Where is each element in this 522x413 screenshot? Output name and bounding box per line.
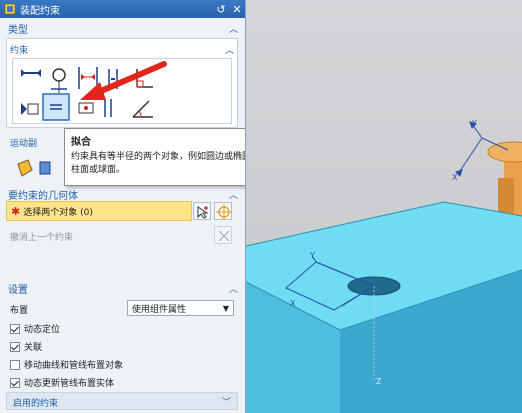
tooltip-body: 约束具有等半径的两个对象，例如圆边或椭圆边，或者圆柱面或球面。	[71, 152, 245, 175]
enabled-constraints-header[interactable]: 启用的约束 ﹀	[6, 392, 238, 410]
block-part[interactable]	[246, 201, 522, 413]
constraint-app-icon	[4, 3, 16, 15]
type-section-label: 类型	[8, 24, 28, 36]
dialog-title: 装配约束	[20, 5, 60, 17]
settings-section-label: 设置	[8, 284, 28, 296]
checkbox[interactable]	[10, 341, 20, 352]
required-star-icon: ✱	[11, 204, 21, 218]
fit-tooltip: 拟合 约束具有等半径的两个对象，例如圆边或椭圆边，或者圆柱面或球面。	[64, 128, 245, 186]
option-dynamic-positioning[interactable]: 动态定位	[10, 322, 60, 335]
axis-label-x: X	[452, 173, 458, 182]
close-icon[interactable]: ✕	[230, 2, 244, 16]
motion-icons	[12, 152, 62, 188]
constraint-subsection-header[interactable]: 约束 ︿	[10, 42, 236, 57]
snap-point-button[interactable]	[214, 202, 232, 220]
gear-icon[interactable]	[39, 161, 51, 175]
undo-constraint-button[interactable]	[214, 226, 232, 244]
select-object-button[interactable]	[193, 202, 211, 220]
chevron-down-icon[interactable]: ﹀	[222, 395, 231, 408]
select-objects-label: 选择两个对象 (0)	[23, 207, 93, 218]
layout-select[interactable]: 使用组件属性 ▼	[127, 300, 234, 316]
axis-label-z: Z	[376, 377, 382, 386]
settings-section-header[interactable]: 设置 ︿	[4, 280, 242, 296]
option-label: 移动曲线和管线布置对象	[24, 361, 124, 371]
dialog-titlebar: 装配约束 ↺ ✕	[0, 0, 245, 18]
constraint-subsection-label: 约束	[10, 45, 29, 56]
bond-icon[interactable]	[21, 103, 39, 115]
geometry-section-header[interactable]: 要约束的几何体 ︿	[4, 186, 242, 202]
chevron-down-icon: ▼	[222, 304, 229, 313]
axis-label-y: Y	[471, 119, 477, 128]
chevron-up-icon[interactable]: ︿	[229, 188, 238, 201]
layout-row: 布置	[10, 303, 28, 316]
clear-icon	[218, 230, 230, 242]
select-objects-row[interactable]: ✱ 选择两个对象 (0)	[6, 201, 192, 221]
motion-subsection-label: 运动副	[10, 138, 38, 149]
checkbox[interactable]	[10, 323, 20, 334]
chevron-up-icon[interactable]: ︿	[225, 43, 234, 56]
undo-constraint-label: 撤消上一个约束	[10, 233, 74, 243]
option-associative[interactable]: 关联	[10, 340, 42, 353]
chevron-up-icon[interactable]: ︿	[229, 22, 238, 35]
checkbox[interactable]	[10, 377, 20, 388]
undo-constraint-row[interactable]: 撤消上一个约束	[10, 230, 73, 243]
enabled-constraints-label: 启用的约束	[13, 399, 59, 409]
option-dynamic-update[interactable]: 动态更新管线布置实体	[10, 376, 114, 389]
chevron-up-icon[interactable]: ︿	[229, 282, 238, 295]
option-move-curves[interactable]: 移动曲线和管线布置对象	[10, 358, 123, 371]
tooltip-title: 拟合	[71, 137, 91, 148]
checkbox[interactable]	[10, 359, 20, 370]
layout-label: 布置	[10, 306, 29, 316]
option-label: 关联	[24, 343, 43, 353]
callout-arrow-icon	[80, 61, 167, 100]
option-label: 动态定位	[24, 325, 61, 335]
select-cursor-icon	[197, 206, 209, 219]
type-section-header[interactable]: 类型 ︿	[4, 20, 242, 36]
graphics-viewport[interactable]: Y X Y X Z	[246, 0, 522, 413]
option-label: 动态更新管线布置实体	[24, 379, 115, 389]
reset-icon[interactable]: ↺	[214, 2, 228, 16]
touch-align-icon[interactable]	[21, 69, 41, 77]
axis-label-x: X	[290, 299, 296, 308]
geometry-section-label: 要约束的几何体	[8, 190, 78, 202]
joint-icon[interactable]	[17, 159, 33, 177]
layout-select-value: 使用组件属性	[132, 304, 187, 315]
axis-label-y: Y	[309, 251, 315, 260]
assembly-constraints-dialog: 装配约束 ↺ ✕ 类型 ︿ 约束 ︿ 运动副 拟合 约束具有等半径的两个对象，例…	[0, 0, 246, 413]
crosshair-icon	[216, 204, 232, 220]
